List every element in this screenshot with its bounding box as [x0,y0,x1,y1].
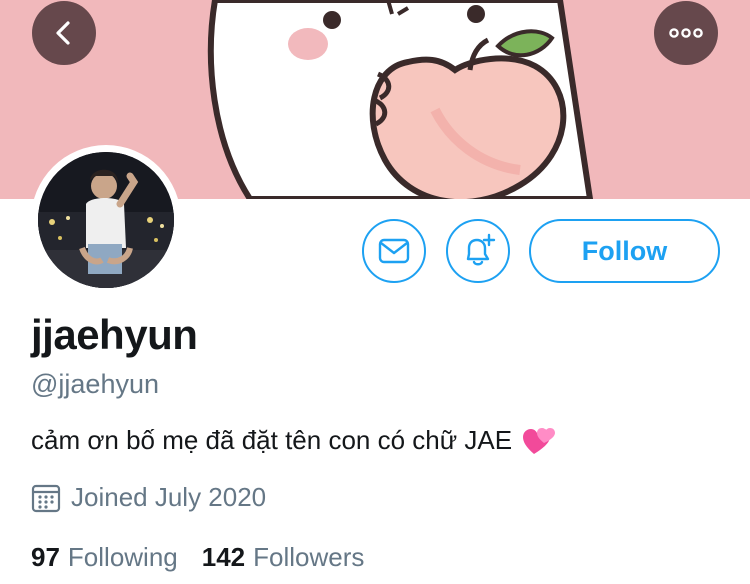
bio-text: cảm ơn bố mẹ đã đặt tên con có chữ JAE [31,425,513,455]
chevron-left-icon [56,21,70,45]
following-label[interactable]: Following [68,542,178,573]
mail-icon [378,238,410,264]
display-name: jjaehyun [31,311,198,358]
joined-text: Joined July 2020 [71,482,267,512]
more-options-button[interactable] [654,1,718,65]
user-handle: @jjaehyun [31,369,159,399]
following-count[interactable]: 97 [31,542,60,573]
avatar[interactable] [31,145,181,295]
follow-stats: 97 Following 142 Followers [31,542,380,573]
follow-button[interactable]: Follow [529,219,720,283]
heart-pair-emoji [523,427,556,454]
notifications-button[interactable] [446,219,510,283]
message-button[interactable] [362,219,426,283]
avatar-image [38,152,174,288]
ellipsis-icon [669,28,703,38]
avatar-photo [38,152,174,288]
back-button[interactable] [32,1,96,65]
profile-bio: cảm ơn bố mẹ đã đặt tên con có chữ JAE [31,425,556,456]
followers-label[interactable]: Followers [253,542,364,573]
followers-count[interactable]: 142 [202,542,245,573]
joined-date: Joined July 2020 [31,482,266,513]
bell-add-icon [466,233,496,266]
calendar-icon [31,484,61,512]
